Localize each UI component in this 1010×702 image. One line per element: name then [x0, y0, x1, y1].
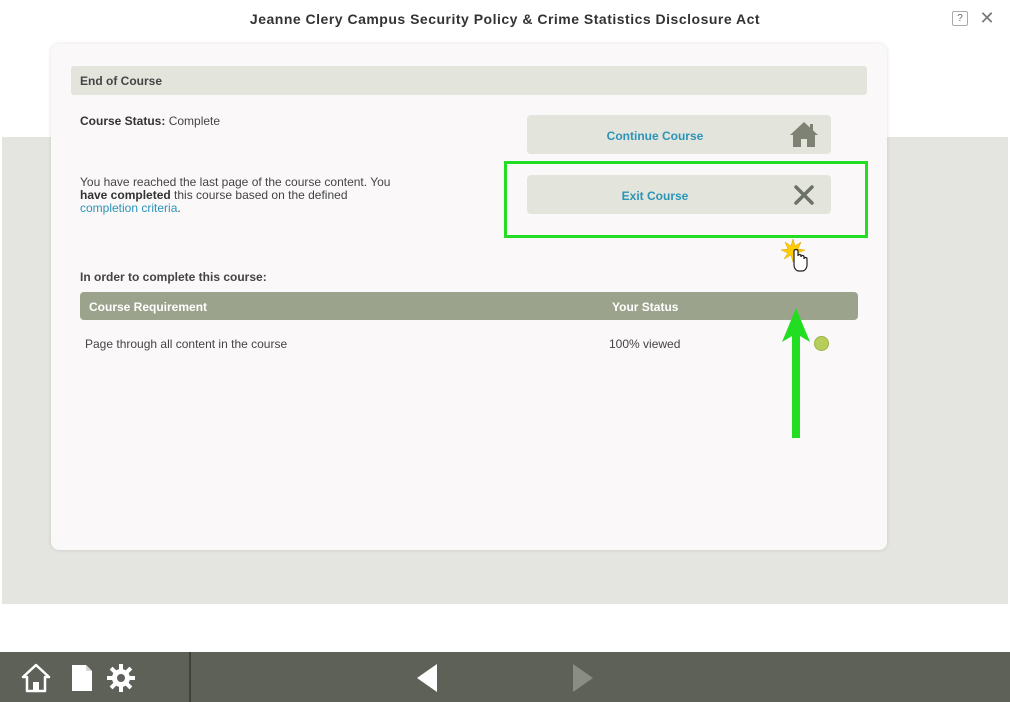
help-button[interactable]: ?	[952, 11, 968, 26]
gear-icon[interactable]	[106, 663, 136, 693]
section-header: End of Course	[71, 66, 867, 95]
end-of-course-panel: End of Course Course Status: Complete Yo…	[51, 44, 887, 550]
table-row: Page through all content in the course 1…	[80, 330, 858, 358]
message-end: .	[177, 201, 181, 215]
continue-course-button[interactable]: Continue Course	[527, 115, 831, 154]
home-icon[interactable]	[777, 115, 831, 154]
completion-criteria-link[interactable]: completion criteria	[80, 201, 177, 215]
requirement-status: 100% viewed	[609, 337, 681, 351]
section-title: End of Course	[80, 74, 163, 88]
requirement-text: Page through all content in the course	[85, 337, 288, 351]
home-icon[interactable]	[21, 663, 51, 693]
requirements-heading: In order to complete this course:	[80, 270, 267, 284]
title-bar: Jeanne Clery Campus Security Policy & Cr…	[0, 0, 1010, 38]
page-icon[interactable]	[67, 663, 97, 693]
message-bold: have completed	[80, 188, 171, 202]
message-text-2: this course based on the defined	[170, 188, 348, 202]
status-indicator-icon	[814, 336, 829, 351]
close-icon[interactable]: ✕	[978, 9, 996, 27]
back-arrow-icon[interactable]	[413, 663, 443, 693]
status-label: Course Status:	[80, 114, 166, 128]
column-header-requirement: Course Requirement	[89, 300, 208, 314]
course-status: Course Status: Complete	[80, 114, 220, 128]
status-value: Complete	[168, 114, 221, 128]
highlight-box	[504, 161, 868, 238]
click-cursor-icon	[780, 238, 808, 272]
next-arrow-icon[interactable]	[567, 663, 597, 693]
message-text: You have reached the last page of the co…	[80, 175, 391, 189]
bottom-toolbar	[0, 652, 1010, 702]
course-player: Jeanne Clery Campus Security Policy & Cr…	[0, 0, 1010, 702]
pointer-arrow-icon	[782, 308, 810, 438]
course-title: Jeanne Clery Campus Security Policy & Cr…	[249, 11, 761, 27]
requirements-table-header: Course Requirement Your Status	[80, 292, 858, 320]
column-header-status: Your Status	[612, 300, 679, 314]
toolbar-divider	[189, 652, 191, 702]
completion-message: You have reached the last page of the co…	[80, 176, 420, 215]
continue-course-label[interactable]: Continue Course	[527, 129, 783, 143]
